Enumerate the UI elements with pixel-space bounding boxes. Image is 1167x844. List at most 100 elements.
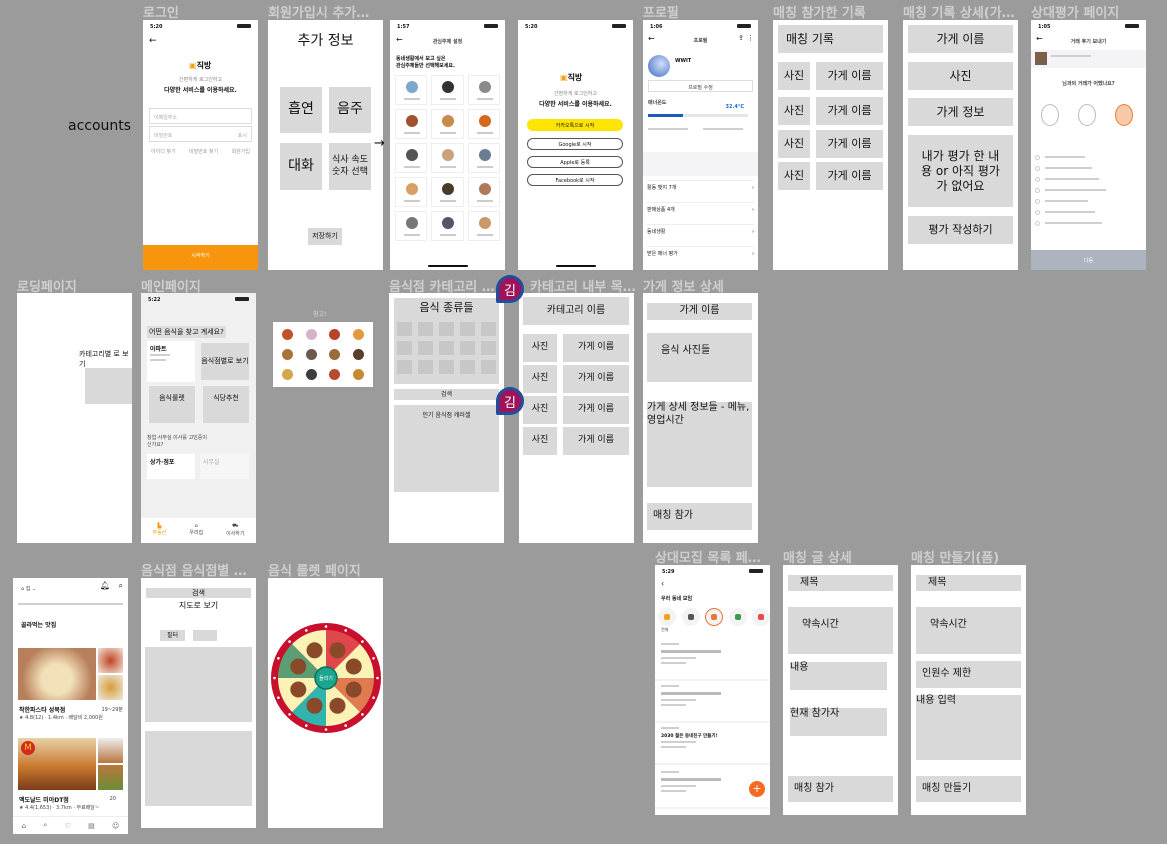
interest-item[interactable] xyxy=(467,177,500,207)
comment-avatar[interactable]: 김 xyxy=(496,275,524,303)
food-kind-tile[interactable] xyxy=(481,360,496,374)
search-bar[interactable]: 검색 xyxy=(394,389,499,400)
interest-item[interactable] xyxy=(431,109,464,139)
password-input[interactable]: 비밀번호 표시 xyxy=(149,126,252,142)
content-input[interactable]: 내용 입력 xyxy=(916,695,1021,760)
orders-tab-icon[interactable]: ▤ xyxy=(88,822,95,830)
food-kind-tile[interactable] xyxy=(460,322,475,336)
checklist-item[interactable] xyxy=(1045,200,1088,202)
food-kind-tile[interactable] xyxy=(460,341,475,355)
interest-item[interactable] xyxy=(467,211,500,241)
checklist-item[interactable] xyxy=(1045,167,1092,169)
favorite-tab-icon[interactable]: ♡ xyxy=(65,822,71,830)
signup-link[interactable]: 회원가입 xyxy=(232,148,250,155)
food-kind-tile[interactable] xyxy=(439,360,454,374)
food-kind-tile[interactable] xyxy=(460,360,475,374)
popular-carousel[interactable]: 인기 음식점 캐러셀 xyxy=(394,405,499,492)
store-name[interactable]: 가게 이름 xyxy=(563,365,629,393)
checklist-item[interactable] xyxy=(1045,222,1102,224)
checklist-item[interactable] xyxy=(1045,156,1085,158)
store-name[interactable]: 가게 이름 xyxy=(563,427,629,455)
store-name[interactable]: 가게 이름 xyxy=(816,97,883,125)
interest-item[interactable] xyxy=(395,109,428,139)
food-kind-tile[interactable] xyxy=(397,322,412,336)
best-face-icon[interactable] xyxy=(1115,104,1133,126)
eating-speed-option[interactable]: 식사 속도 숫자 선택 xyxy=(329,143,371,190)
interest-item[interactable] xyxy=(467,75,500,105)
search-icon[interactable]: ⌕ xyxy=(119,581,123,591)
find-id-link[interactable]: 아이디 찾기 xyxy=(151,148,176,155)
food-kind-tile[interactable] xyxy=(418,360,433,374)
show-password-toggle[interactable]: 표시 xyxy=(238,132,247,139)
food-kind-tile[interactable] xyxy=(418,341,433,355)
share-icon[interactable]: ⇪ xyxy=(738,34,744,42)
check-circle-icon[interactable] xyxy=(1035,188,1040,193)
frame-title-match-history[interactable]: 매칭 참가한 기록 xyxy=(773,2,866,21)
edit-profile-button[interactable]: 프로필 수정 xyxy=(648,80,753,92)
store-name[interactable]: 가게 이름 xyxy=(563,334,629,362)
conversation-option[interactable]: 대화 xyxy=(280,143,322,190)
time-input[interactable]: 약속시간 xyxy=(916,607,1021,654)
nav-myhome[interactable]: ⌂ 우리집 xyxy=(189,523,203,543)
store-name[interactable]: 가게 이름 xyxy=(816,62,883,90)
store-name[interactable]: 가게 이름 xyxy=(563,396,629,424)
restaurant-recommend-card[interactable]: 식당추천 xyxy=(203,386,249,423)
food-kind-tile[interactable] xyxy=(481,341,496,355)
frame-title-match-record[interactable]: 매칭 기록 상세(가… xyxy=(903,2,1015,21)
email-input[interactable]: 이메일주소 xyxy=(149,108,252,124)
write-review-button[interactable]: 평가 작성하기 xyxy=(908,216,1013,244)
menu-community[interactable]: 동네생활 › xyxy=(647,224,754,238)
interest-item[interactable] xyxy=(431,211,464,241)
people-limit-input[interactable]: 인원수 제한 xyxy=(916,661,1021,688)
interest-item[interactable] xyxy=(395,177,428,207)
find-password-link[interactable]: 비밀번호 찾기 xyxy=(189,148,218,155)
location-selector[interactable]: ⌂ 집 ⌄ xyxy=(21,585,36,592)
create-match-button[interactable]: 매칭 만들기 xyxy=(916,776,1021,802)
apartment-card[interactable]: 아파트 xyxy=(147,341,195,382)
frame-title-signup[interactable]: 회원가입시 추가… xyxy=(268,2,369,21)
check-circle-icon[interactable] xyxy=(1035,199,1040,204)
bell-icon[interactable]: 🔔︎ xyxy=(100,581,110,590)
category-icon[interactable] xyxy=(705,608,723,626)
store1-name[interactable]: 착한파스타 성북점 xyxy=(19,705,65,714)
food-kind-tile[interactable] xyxy=(418,322,433,336)
interest-item[interactable] xyxy=(395,211,428,241)
check-circle-icon[interactable] xyxy=(1035,221,1040,226)
post-title[interactable]: 2030 젊은 동네친구 만들기! xyxy=(661,733,718,739)
good-face-icon[interactable] xyxy=(1078,104,1096,126)
shop-card[interactable]: 상가·점포 xyxy=(147,454,195,479)
back-icon[interactable]: ‹ xyxy=(661,579,664,588)
post-title[interactable] xyxy=(661,778,721,781)
interest-item[interactable] xyxy=(431,177,464,207)
apple-login-button[interactable]: Apple로 등록 xyxy=(527,156,623,168)
frame-title-roulette[interactable]: 음식 룰렛 페이지 xyxy=(268,560,361,579)
nav-moving[interactable]: ⛟ 이사하기 xyxy=(226,523,244,543)
add-post-button[interactable]: + xyxy=(749,781,765,797)
check-circle-icon[interactable] xyxy=(1035,155,1040,160)
category-icon[interactable] xyxy=(752,608,770,626)
interest-item[interactable] xyxy=(467,143,500,173)
check-circle-icon[interactable] xyxy=(1035,210,1040,215)
my-tab-icon[interactable]: ☺ xyxy=(112,822,119,830)
drinking-option[interactable]: 음주 xyxy=(329,87,371,133)
frame-title-match-post[interactable]: 매칭 글 상세 xyxy=(783,547,852,566)
menu-badges[interactable]: 활동 뱃지 7개 › xyxy=(647,180,754,194)
frame-title-review[interactable]: 상대평가 페이지 xyxy=(1031,2,1119,21)
category-icon[interactable] xyxy=(658,608,676,626)
start-button[interactable]: 시작하기 xyxy=(143,245,258,270)
nav-realestate[interactable]: ▙ 부동산 xyxy=(152,523,166,543)
comment-avatar[interactable]: 김 xyxy=(496,387,524,415)
smoking-option[interactable]: 흡연 xyxy=(280,87,322,133)
category-icon[interactable] xyxy=(681,608,700,626)
join-match-button[interactable]: 매칭 참가 xyxy=(647,503,752,530)
google-login-button[interactable]: Google로 시작 xyxy=(527,138,623,150)
frame-title-recruit[interactable]: 상대모집 목록 페… xyxy=(655,547,761,566)
next-button[interactable]: 다음 xyxy=(1031,250,1146,270)
restaurant-card[interactable] xyxy=(145,731,252,806)
store-name[interactable]: 가게 이름 xyxy=(816,130,883,158)
save-button[interactable]: 저장하기 xyxy=(308,228,342,245)
interest-item[interactable] xyxy=(467,109,500,139)
food-kind-tile[interactable] xyxy=(397,341,412,355)
search-bar[interactable]: 검색 xyxy=(146,588,251,598)
food-kind-tile[interactable] xyxy=(397,360,412,374)
